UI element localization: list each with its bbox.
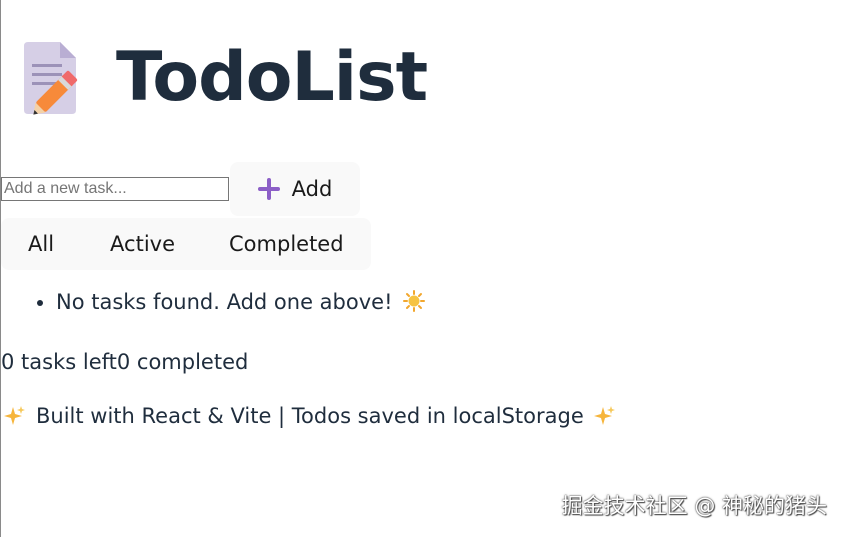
task-stats: 0 tasks left0 completed [1,350,248,374]
add-button[interactable]: Add [230,162,360,216]
task-list: No tasks found. Add one above! [0,290,426,314]
sparkle-icon [593,405,616,427]
filter-bar: All Active Completed [1,218,371,270]
app-header: TodoList [20,38,428,118]
filter-active-button[interactable]: Active [83,218,202,270]
watermark: 掘金技术社区 @ 神秘的猪头 [561,494,827,518]
empty-state-item: No tasks found. Add one above! [56,290,426,314]
memo-pencil-icon [20,40,84,116]
tasks-left-count: 0 tasks left [1,350,117,374]
app-title: TodoList [116,38,428,117]
footer-text: Built with React & Vite | Todos saved in… [36,404,584,428]
plus-icon [257,178,280,200]
sparkle-icon [4,405,26,427]
footer: Built with React & Vite | Todos saved in… [4,404,616,428]
empty-state-message: No tasks found. Add one above! [56,290,393,314]
filter-all-button[interactable]: All [1,218,83,270]
add-button-label: Add [291,177,333,201]
completed-count: 0 completed [116,350,249,374]
filter-completed-button[interactable]: Completed [202,218,371,270]
task-input[interactable] [1,177,229,201]
add-task-form: Add [1,162,360,216]
sun-icon [403,290,426,312]
